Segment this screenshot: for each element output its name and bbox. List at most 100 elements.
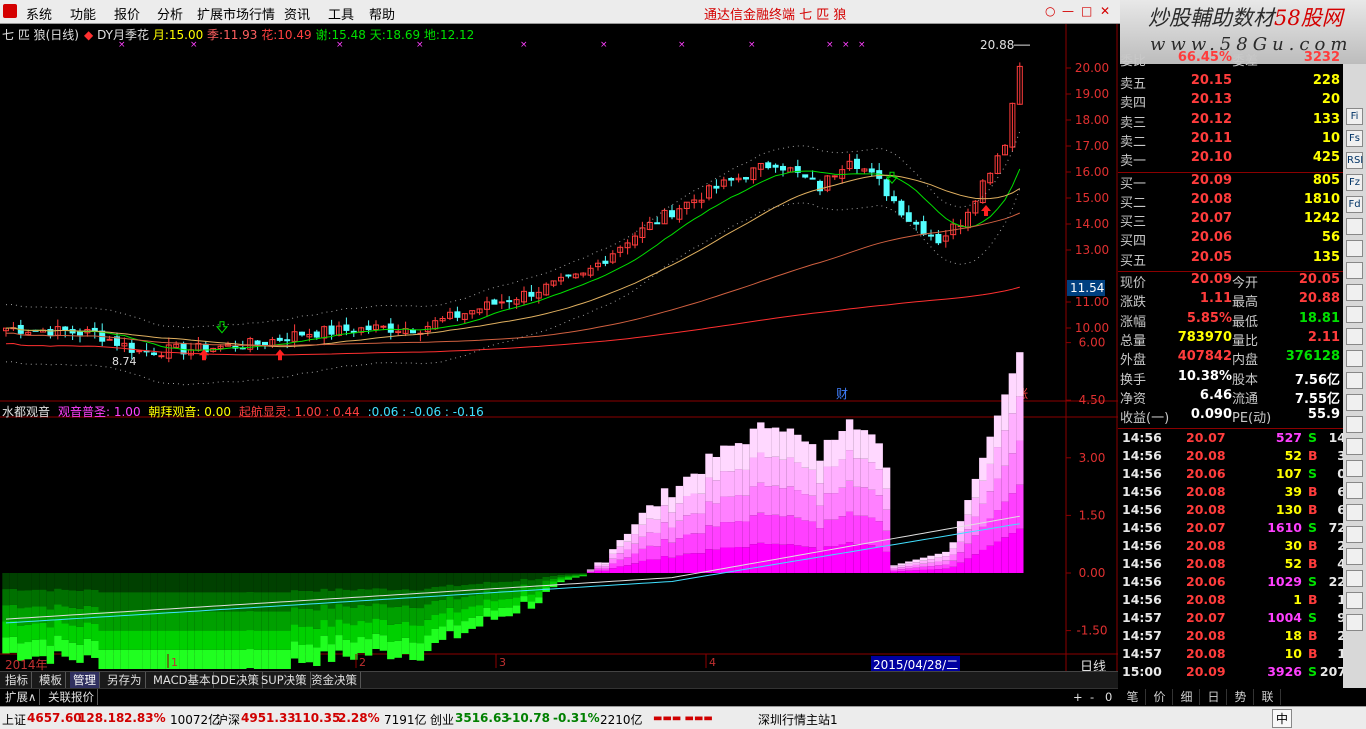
zoom-plus-button[interactable]: + <box>1070 689 1086 705</box>
sub-bar-neg <box>187 630 195 650</box>
toolbar-icon[interactable] <box>1346 328 1363 345</box>
toolbar-icon[interactable] <box>1346 482 1363 499</box>
ask-row[interactable]: 卖五 20.15 228 <box>1118 73 1348 92</box>
menu-ext-market[interactable]: 扩展市场行情 <box>197 4 275 23</box>
toolbar-icon[interactable]: Fz <box>1346 174 1363 191</box>
sub-bar-pos <box>964 558 972 573</box>
sub-bar-neg <box>490 573 499 583</box>
tab-0[interactable]: 指标 <box>2 672 32 688</box>
toolbar-icon[interactable] <box>1346 460 1363 477</box>
tab-4[interactable]: MACD基本 <box>150 672 215 688</box>
sh-label[interactable]: 上证 <box>2 711 26 728</box>
toolbar-icon[interactable] <box>1346 240 1363 257</box>
tab-related-quote[interactable]: 关联报价 <box>45 689 98 705</box>
bid-row[interactable]: 买一 20.09 805 <box>1118 173 1348 192</box>
toolbar-icon[interactable]: Fi <box>1346 108 1363 125</box>
indicator-name[interactable]: DY月季花 <box>97 28 149 42</box>
server-name[interactable]: 深圳行情主站1 <box>758 711 838 728</box>
bid-row[interactable]: 买二 20.08 1810 <box>1118 192 1348 211</box>
bid-row[interactable]: 买五 20.05 135 <box>1118 250 1348 269</box>
hs-label[interactable]: 沪深 <box>216 711 240 728</box>
window-close-icon[interactable]: ✕ <box>1100 4 1110 18</box>
kline-svg[interactable]: 20.0019.0018.0017.0016.0015.0014.0013.00… <box>0 24 1118 684</box>
sub-bar-neg <box>276 573 284 593</box>
ask-row[interactable]: 卖二 20.11 10 <box>1118 131 1348 150</box>
zoom-reset-button[interactable]: 0 <box>1102 689 1115 705</box>
ask-row[interactable]: 卖一 20.10 425 <box>1118 150 1348 169</box>
toolbar-icon[interactable]: Fd <box>1346 196 1363 213</box>
sub-bar-neg <box>113 592 121 612</box>
right-tab-1[interactable]: 价 <box>1147 689 1173 705</box>
right-tab-0[interactable]: 笔 <box>1120 689 1146 705</box>
toolbar-icon[interactable] <box>1346 548 1363 565</box>
ime-indicator[interactable]: 中 <box>1272 709 1293 728</box>
toolbar-icon[interactable] <box>1346 592 1363 609</box>
sub-bar-pos <box>749 515 758 545</box>
menu-function[interactable]: 功能 <box>70 4 96 23</box>
tab-6[interactable]: SUP决策 <box>258 672 311 688</box>
menu-tools[interactable]: 工具 <box>328 4 354 23</box>
toolbar-icon[interactable] <box>1346 416 1363 433</box>
toolbar-icon[interactable]: RSI <box>1346 152 1363 169</box>
sub-bar-neg <box>68 590 77 608</box>
sub-bar-neg <box>283 611 291 631</box>
menu-system[interactable]: 系统 <box>26 4 52 23</box>
right-tab-4[interactable]: 势 <box>1228 689 1254 705</box>
toolbar-icon[interactable] <box>1346 372 1363 389</box>
sub-bar-pos <box>586 569 595 571</box>
toolbar-icon[interactable]: Fs <box>1346 130 1363 147</box>
sub-bar-neg <box>239 611 247 631</box>
sub-bar-neg <box>290 624 299 642</box>
toolbar-icon[interactable] <box>1346 284 1363 301</box>
bid-row[interactable]: 买三 20.07 1242 <box>1118 211 1348 230</box>
window-minimize-icon[interactable]: — <box>1062 4 1074 18</box>
zoom-minus-button[interactable]: - <box>1087 689 1097 705</box>
tab-extend[interactable]: 扩展∧ <box>2 689 41 705</box>
toolbar-icon[interactable] <box>1346 350 1363 367</box>
right-tab-5[interactable]: 联 <box>1255 689 1281 705</box>
menu-quote[interactable]: 报价 <box>114 4 140 23</box>
menu-analysis[interactable]: 分析 <box>157 4 183 23</box>
toolbar-icon[interactable] <box>1346 570 1363 587</box>
ask-row[interactable]: 卖四 20.13 20 <box>1118 92 1348 111</box>
toolbar-icon[interactable] <box>1346 614 1363 631</box>
sub-bar-pos <box>675 555 684 573</box>
ask-row[interactable]: 卖三 20.12 133 <box>1118 112 1348 131</box>
sub-bar-pos <box>646 532 654 546</box>
sub-bar-neg <box>483 573 491 582</box>
window-maximize-icon[interactable]: □ <box>1081 4 1092 18</box>
sub-bar-pos <box>683 495 691 516</box>
window-restore-icon[interactable]: ○ <box>1045 4 1055 18</box>
alert-blink[interactable]: ▬▬▬ ▬▬▬ <box>653 713 713 724</box>
tab-3[interactable]: 另存为 <box>104 672 146 688</box>
toolbar-icon[interactable] <box>1346 394 1363 411</box>
bid-row[interactable]: 买四 20.06 56 <box>1118 230 1348 249</box>
sub-bar-neg <box>424 619 432 636</box>
tab-7[interactable]: 资金决策 <box>308 672 361 688</box>
sub-bar-neg <box>61 639 69 657</box>
app-logo-icon[interactable] <box>3 4 17 18</box>
tab-1[interactable]: 模板 <box>36 672 66 688</box>
toolbar-icon[interactable] <box>1346 306 1363 323</box>
toolbar-icon[interactable] <box>1346 262 1363 279</box>
menu-news[interactable]: 资讯 <box>284 4 310 23</box>
tick-volume: 1 <box>1293 592 1302 608</box>
sub-bar-pos <box>683 515 691 535</box>
tab-5[interactable]: DDE决策 <box>208 672 263 688</box>
toolbar-icon[interactable] <box>1346 504 1363 521</box>
cy-label[interactable]: 创业 <box>430 711 454 728</box>
toolbar-icon[interactable] <box>1346 526 1363 543</box>
toolbar-icon[interactable] <box>1346 438 1363 455</box>
tick-row: 14:56 20.07 1610 S 72 <box>1118 520 1348 538</box>
tick-row: 14:56 20.06 107 S 0 <box>1118 466 1348 484</box>
tab-2[interactable]: 管理 <box>70 672 100 688</box>
right-tab-3[interactable]: 日 <box>1201 689 1227 705</box>
candle-body <box>262 341 268 346</box>
sub-chart-name[interactable]: 水都观音 <box>2 403 50 420</box>
toolbar-icon[interactable] <box>1346 218 1363 235</box>
right-tab-2[interactable]: 细 <box>1174 689 1200 705</box>
menu-help[interactable]: 帮助 <box>369 4 395 23</box>
chart-area[interactable]: 20.00 19.00 18.00 17.00 16.00 15.00 14.00 13.00… <box>0 24 1118 684</box>
tick-time: 14:57 <box>1122 610 1162 626</box>
sub-bar-pos <box>927 569 935 573</box>
